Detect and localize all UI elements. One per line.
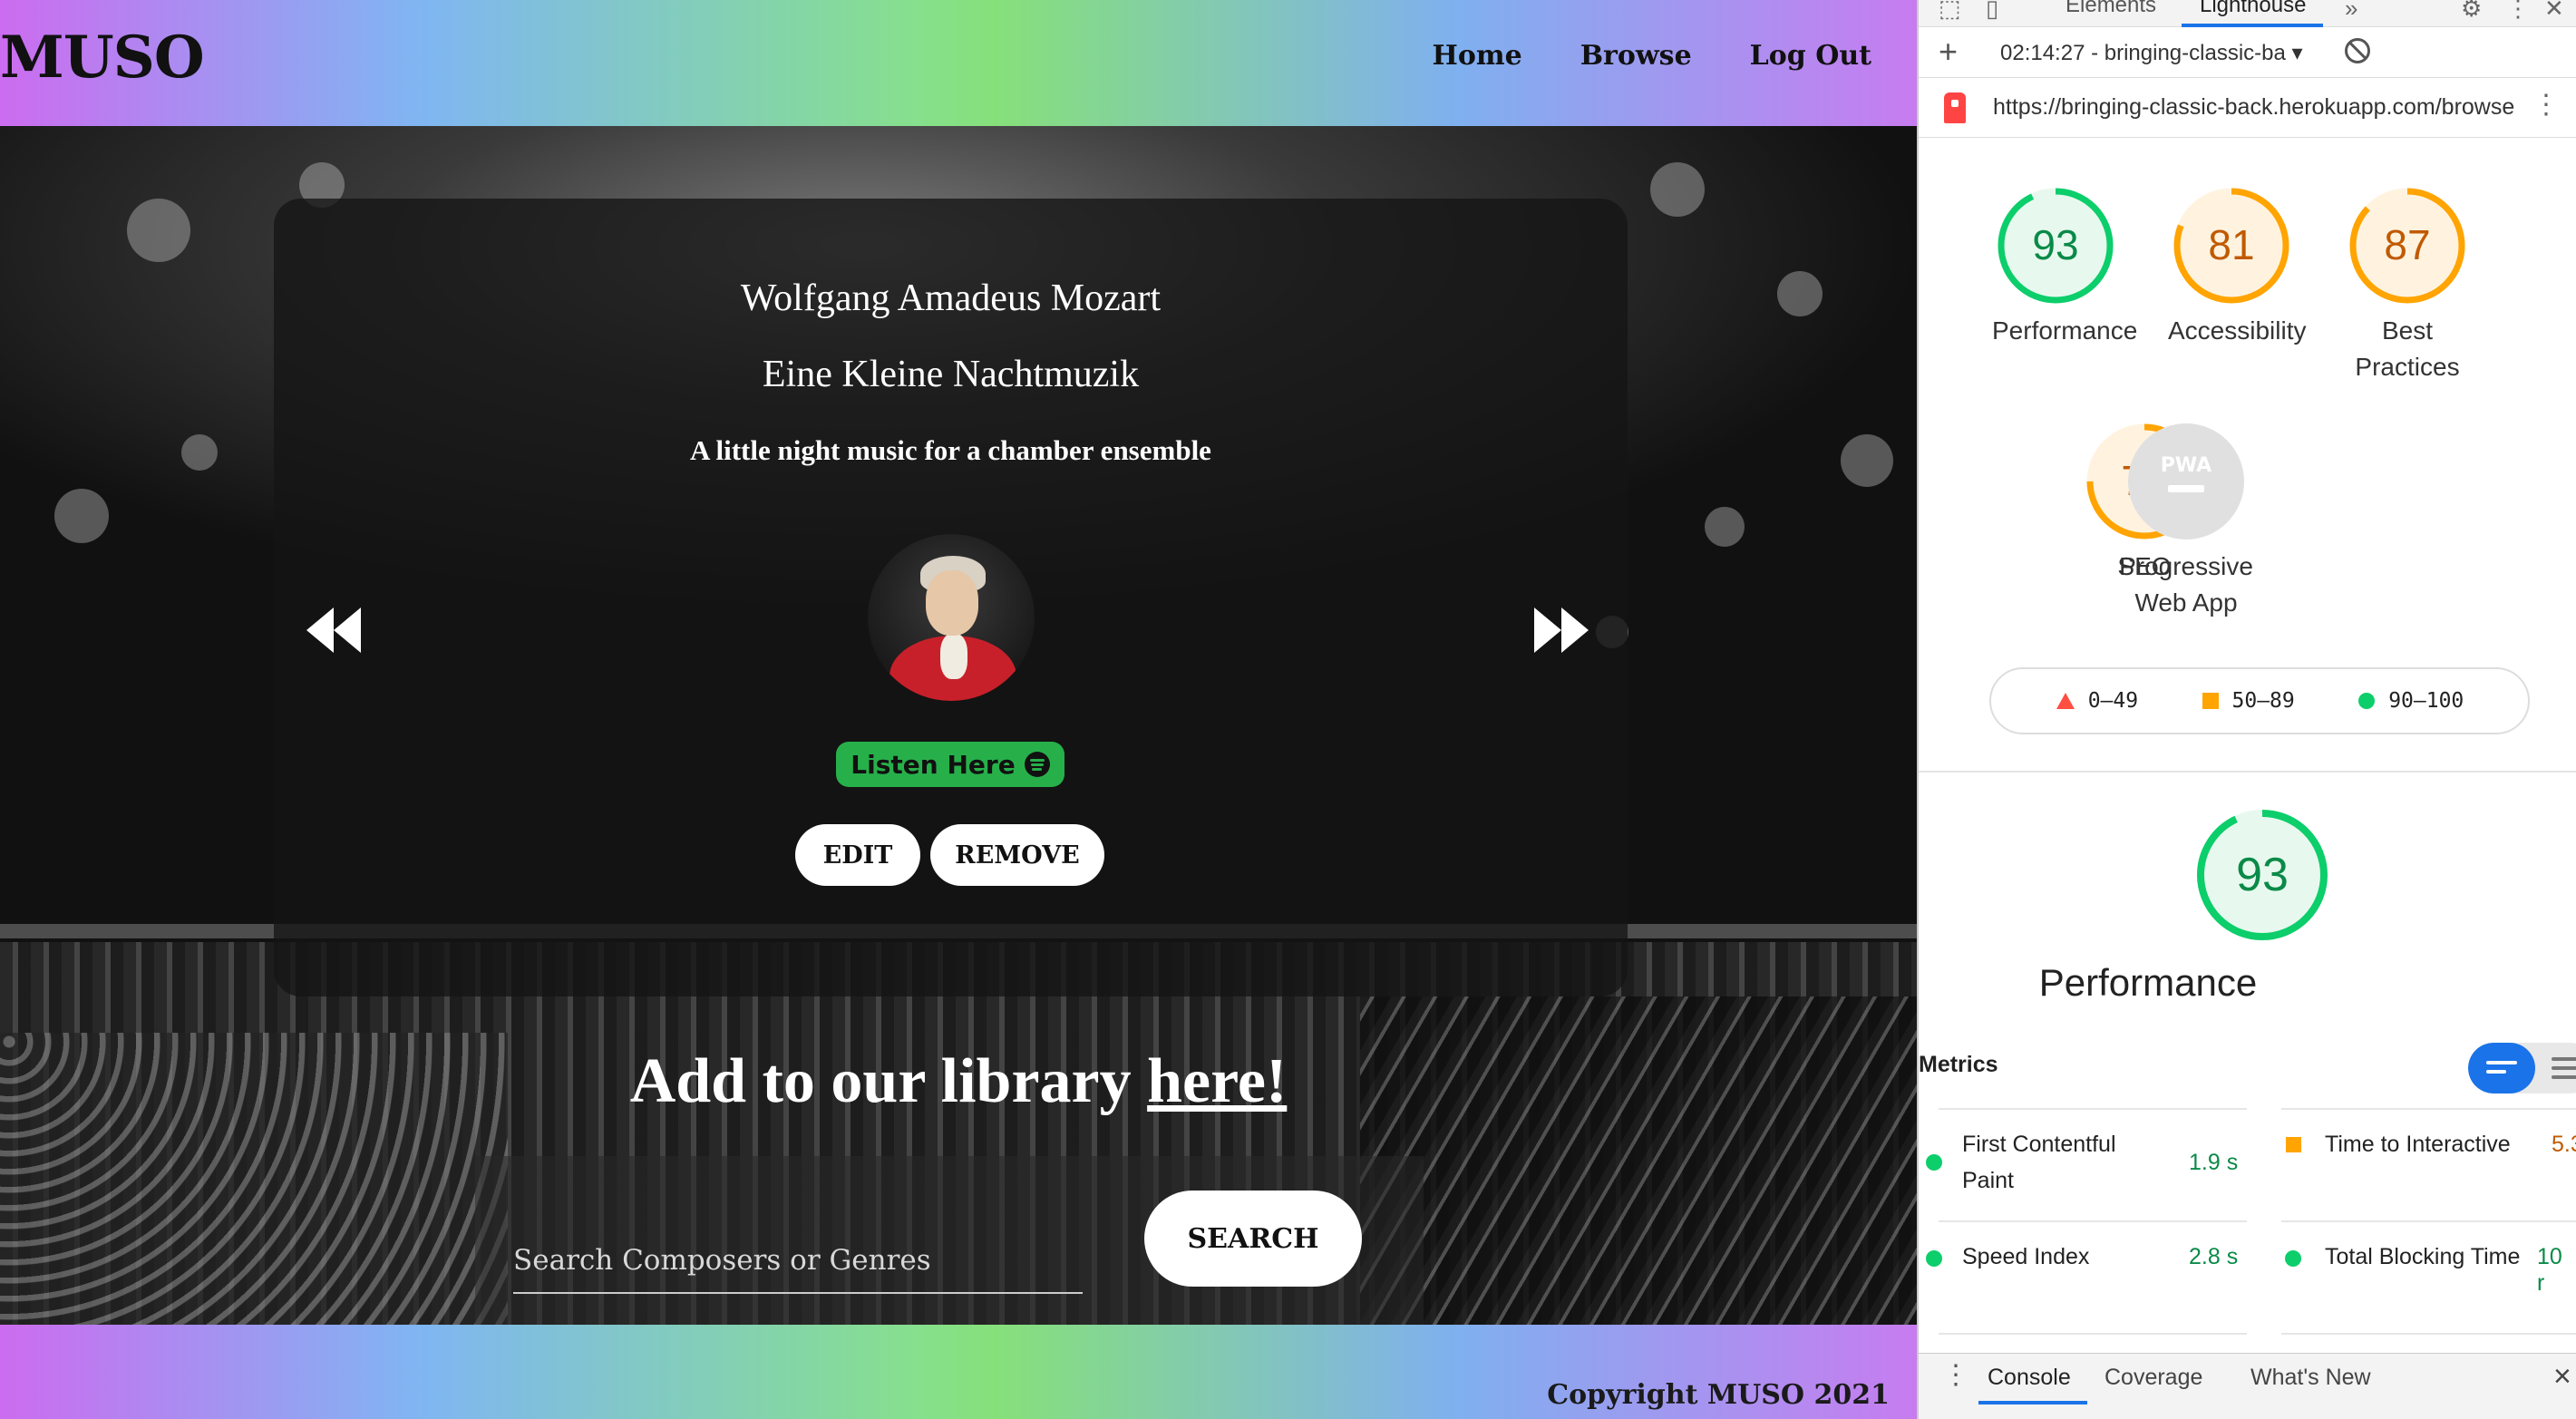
gauge-performance[interactable]: 93 Performance [1992,186,2138,349]
performance-score-gauge: 93 [2197,810,2328,940]
score-value: 87 [2384,221,2430,268]
devtools-panel: ⬚ ▯ Elements Lighthouse » ⚙ ⋮ ✕ + 02:14:… [1917,0,2576,1419]
more-tabs-icon[interactable]: » [2345,0,2357,23]
metric-value: 1.9 s [2189,1150,2239,1175]
pass-circle-icon [1926,1154,1942,1171]
devtools-tabbar: ⬚ ▯ Elements Lighthouse » ⚙ ⋮ ✕ [1919,0,2576,27]
pwa-icon: PWA [2128,423,2244,539]
collapsed-view-icon[interactable] [2468,1043,2535,1093]
audited-url-bar: https://bringing-classic-back.herokuapp.… [1919,78,2576,138]
gauge-label: Accessibility [2168,313,2307,349]
metric-first-contentful-paint: First Contentful Paint [1962,1132,2116,1193]
site-logo[interactable]: MUSO [0,24,205,92]
new-report-plus-icon[interactable]: + [1939,33,1958,71]
metric-value: 10 r [2537,1244,2562,1296]
metric-value: 5.3 [2552,1132,2576,1157]
expanded-view-icon[interactable] [2552,1052,2576,1084]
score-value: 81 [2208,221,2254,268]
close-drawer-icon[interactable]: × [2553,1359,2571,1395]
circle-icon [2358,693,2376,709]
listen-on-spotify-button[interactable]: Listen Here [836,742,1064,787]
gauge-label-line: Performance [1992,316,2138,345]
next-arrow-icon[interactable] [1532,606,1590,655]
clear-reports-icon[interactable] [2345,38,2370,63]
metrics-view-toggle[interactable] [2468,1043,2576,1093]
score-ring: 93 [1998,188,2114,304]
add-to-library-heading: Add to our library here! [629,1046,1288,1116]
legend-average: 50–89 [2202,689,2295,713]
legend-fail: 0–49 [2056,689,2138,713]
search-input[interactable] [513,1229,1083,1294]
kebab-menu-icon[interactable]: ⋮ [2506,0,2530,23]
metric-value: 2.8 s [2189,1244,2239,1269]
legend-pass: 90–100 [2357,689,2464,713]
gauge-label-line: Practices [2355,353,2460,381]
console-drawer: ⋮ Console Coverage What's New × [1919,1353,2576,1419]
metric-total-blocking-time: Total Blocking Time [2325,1244,2521,1269]
square-icon [2202,693,2219,709]
settings-gear-icon[interactable]: ⚙ [2461,0,2482,23]
piece-title: Eine Kleine Nachtmuzik [762,354,1140,395]
nav-links: Home Browse Log Out [1433,40,1872,72]
score-ring: 87 [2349,188,2465,304]
performance-score: 93 [2236,849,2289,901]
pass-circle-icon [2285,1250,2301,1267]
inspect-element-icon[interactable]: ⬚ [1939,0,1961,23]
remove-button[interactable]: REMOVE [930,824,1104,886]
nav-home-link[interactable]: Home [1433,40,1522,72]
add-here-link[interactable]: here! [1147,1046,1287,1116]
metrics-label: Metrics [1919,1052,1998,1077]
svg-text:PWA: PWA [2161,454,2211,477]
average-square-icon [2286,1137,2301,1152]
gauge-label: Performance [1992,313,2138,349]
device-toolbar-icon[interactable]: ▯ [1986,0,1998,23]
gauge-label-line: Accessibility [2168,316,2307,345]
drawer-tab-console[interactable]: Console [1988,1365,2071,1391]
composer-portrait [868,534,1035,701]
gauge-best-practices[interactable]: 87 Best Practices [2344,186,2471,385]
gauge-label: Best Practices [2344,313,2471,385]
spotify-icon [1024,752,1050,777]
tab-lighthouse[interactable]: Lighthouse [2200,0,2306,18]
performance-heading: Performance [2038,961,2258,1004]
nav-logout-link[interactable]: Log Out [1750,40,1871,72]
copyright-text: Copyright MUSO 2021 [1547,1379,1890,1411]
composer-card: Wolfgang Amadeus Mozart Eine Kleine Nach… [274,199,1628,996]
gauge-label-line: Web App [2134,588,2238,617]
score-ring: 81 [2173,188,2289,304]
composer-name: Wolfgang Amadeus Mozart [740,277,1162,319]
drawer-tab-coverage[interactable]: Coverage [2105,1365,2202,1391]
tab-elements[interactable]: Elements [2066,0,2156,18]
triangle-icon [2056,693,2075,709]
previous-arrow-icon[interactable] [305,606,363,655]
score-value: 93 [2032,221,2078,268]
gauge-accessibility[interactable]: 81 Accessibility [2168,186,2307,349]
drawer-menu-icon[interactable]: ⋮ [1942,1359,1969,1391]
gauge-pwa[interactable]: PWA Progressive Web App [2118,422,2254,621]
audited-url: https://bringing-classic-back.herokuapp.… [1993,94,2515,120]
report-select[interactable]: 02:14:27 - bringing-classic-ba ▾ [2000,40,2303,66]
lighthouse-icon [1944,92,1966,123]
nav-browse-link[interactable]: Browse [1580,40,1692,72]
muso-site: MUSO Home Browse Log Out Wolfgang Amadeu… [0,0,1917,1419]
metric-speed-index: Speed Index [1962,1244,2090,1269]
report-menu-icon[interactable]: ⋮ [2532,89,2560,121]
pass-circle-icon [1926,1250,1942,1267]
navbar: MUSO Home Browse Log Out [0,0,1917,126]
search-button[interactable]: SEARCH [1144,1191,1362,1287]
footer: Copyright MUSO 2021 [0,1325,1917,1419]
close-devtools-icon[interactable]: ✕ [2544,0,2564,23]
edit-button[interactable]: EDIT [795,824,920,886]
lighthouse-report-bar: + 02:14:27 - bringing-classic-ba ▾ [1919,27,2576,78]
piece-description: A little night music for a chamber ensem… [690,434,1211,466]
metric-time-to-interactive: Time to Interactive [2325,1132,2511,1157]
drawer-tab-whats-new[interactable]: What's New [2250,1365,2371,1391]
gauge-label-line: Best [2381,316,2434,345]
score-legend: 0–49 50–89 90–100 [1989,667,2530,734]
listen-label: Listen Here [851,749,1016,780]
gauge-label-line: Progressive [2119,552,2253,580]
